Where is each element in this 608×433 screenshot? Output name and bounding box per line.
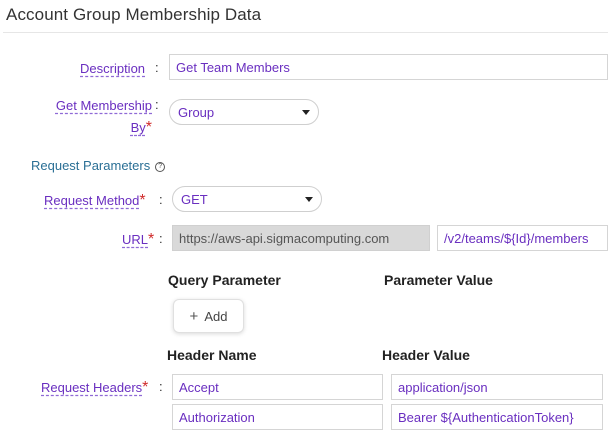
url-required-mark: * [148, 231, 155, 248]
url-label: URL [122, 232, 149, 247]
method-select[interactable]: GET [172, 186, 322, 212]
method-required-mark: * [139, 192, 146, 209]
chevron-down-icon [305, 196, 313, 202]
membership-select[interactable]: Group [169, 99, 319, 125]
method-label: Request Method [44, 193, 140, 208]
request-headers-required-mark: * [142, 379, 149, 396]
header-value-input[interactable]: Bearer ${AuthenticationToken} [391, 404, 603, 430]
url-path-input[interactable]: /v2/teams/${Id}/members [437, 225, 608, 251]
description-label: Description [80, 61, 146, 76]
method-select-value: GET [181, 191, 208, 207]
membership-required-mark: * [145, 119, 152, 136]
description-input[interactable]: Get Team Members [169, 54, 608, 80]
query-parameter-header: Query Parameter [168, 272, 281, 288]
header-value-column: Header Value [382, 347, 470, 363]
membership-label-wrap: Get Membership By* [47, 97, 152, 137]
method-colon: : [159, 192, 163, 207]
header-value-input[interactable]: application/json [391, 374, 603, 400]
method-label-wrap: Request Method* [44, 192, 146, 210]
add-query-parameter-button[interactable]: + Add [173, 299, 244, 333]
url-label-wrap: URL* [122, 231, 154, 249]
description-colon: : [155, 60, 159, 75]
membership-colon: : [155, 97, 159, 112]
request-parameters-label: Request Parameters [31, 158, 151, 173]
url-colon: : [159, 231, 163, 246]
parameter-value-header: Parameter Value [384, 272, 493, 288]
description-label-wrap: Description [80, 60, 145, 78]
request-headers-label: Request Headers [41, 380, 143, 395]
membership-select-value: Group [178, 104, 215, 120]
add-button-label: Add [204, 308, 228, 324]
chevron-down-icon [302, 109, 310, 115]
request-parameters-heading: Request Parameters? [31, 158, 166, 173]
membership-label-line2: By [130, 120, 146, 135]
header-name-column: Header Name [167, 347, 257, 363]
request-headers-label-wrap: Request Headers* [41, 379, 148, 397]
header-name-input[interactable]: Authorization [172, 404, 383, 430]
header-name-input[interactable]: Accept [172, 374, 383, 400]
membership-label-line1: Get Membership [55, 98, 152, 113]
url-base-field: https://aws-api.sigmacomputing.com [172, 225, 430, 251]
title-divider [3, 32, 608, 33]
page-title: Account Group Membership Data [6, 5, 262, 24]
request-headers-colon: : [159, 379, 163, 394]
plus-icon: + [189, 307, 199, 325]
help-icon[interactable]: ? [155, 161, 166, 172]
